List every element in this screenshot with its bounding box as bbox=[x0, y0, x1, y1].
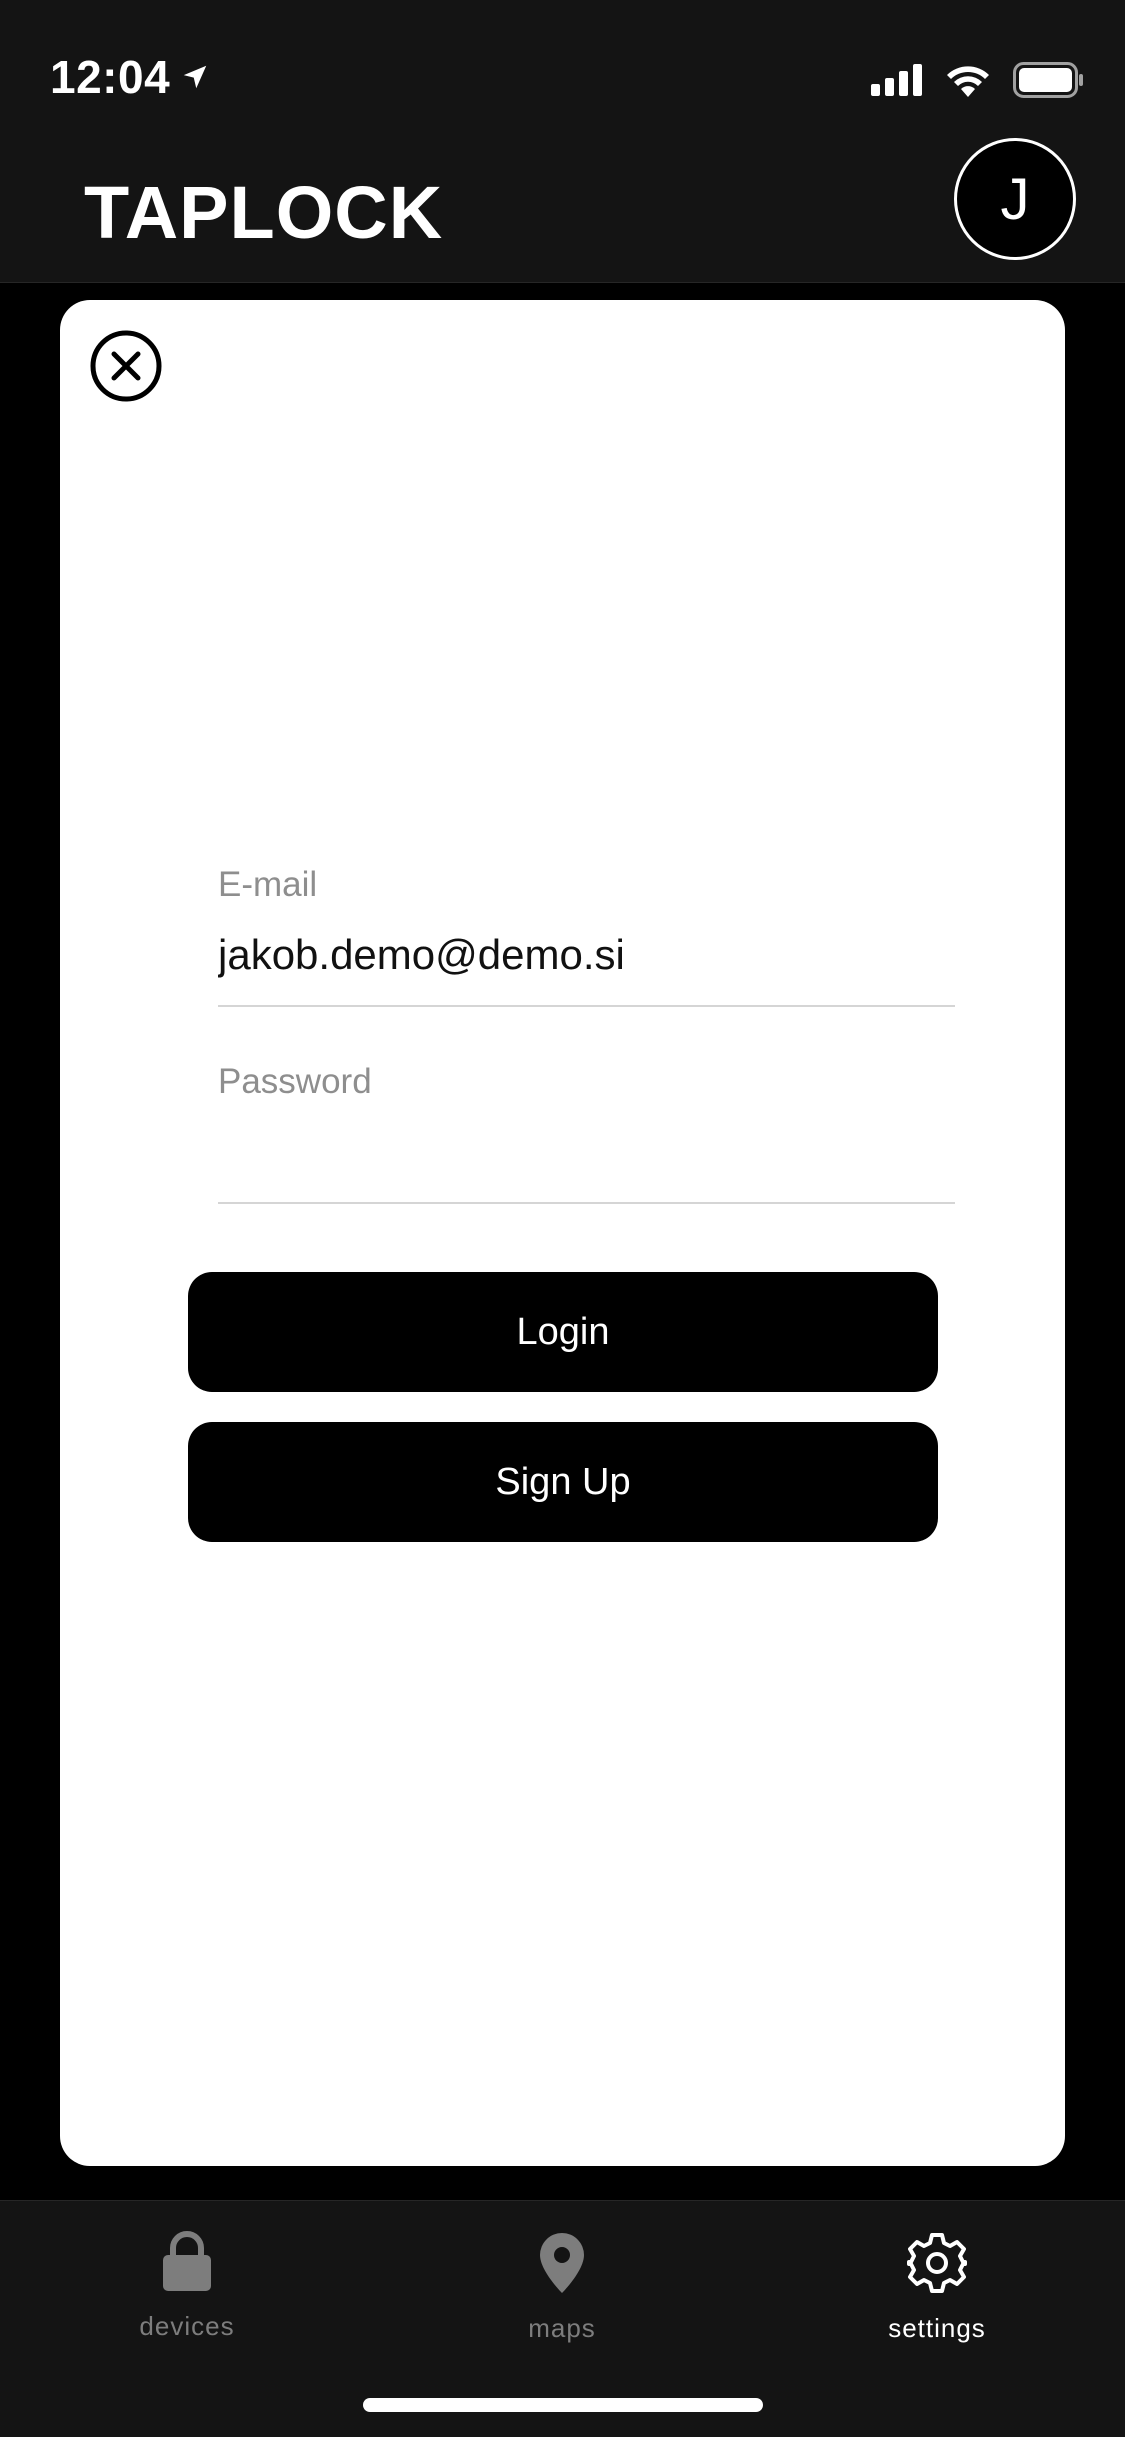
email-label: E-mail bbox=[218, 865, 318, 904]
tab-settings-label: settings bbox=[888, 2313, 986, 2343]
close-icon[interactable] bbox=[90, 330, 162, 402]
tab-settings[interactable]: settings bbox=[837, 2231, 1037, 2344]
email-field-group: E-mail bbox=[218, 865, 955, 1007]
avatar-initial: J bbox=[1000, 166, 1030, 232]
tab-maps-label: maps bbox=[528, 2313, 596, 2343]
login-modal: E-mail Password Login Sign Up bbox=[60, 300, 1065, 2166]
battery-icon bbox=[1013, 62, 1083, 98]
gear-icon bbox=[907, 2233, 967, 2293]
lock-icon bbox=[163, 2231, 211, 2291]
tab-maps[interactable]: maps bbox=[462, 2231, 662, 2344]
status-time-text: 12:04 bbox=[50, 51, 171, 103]
status-time: 12:04 bbox=[50, 50, 210, 104]
signup-button[interactable]: Sign Up bbox=[188, 1422, 938, 1542]
tab-devices[interactable]: devices bbox=[87, 2231, 287, 2342]
home-indicator[interactable] bbox=[363, 2398, 763, 2412]
cellular-signal-icon bbox=[871, 64, 922, 96]
password-field[interactable] bbox=[218, 1110, 955, 1204]
app-header: TAPLOCK J bbox=[0, 138, 1125, 283]
map-pin-icon bbox=[540, 2233, 584, 2293]
avatar[interactable]: J bbox=[954, 138, 1076, 260]
password-field-group: Password bbox=[218, 1062, 955, 1204]
email-field[interactable] bbox=[218, 913, 955, 1007]
tab-devices-label: devices bbox=[139, 2311, 235, 2341]
app-title: TAPLOCK bbox=[84, 171, 444, 254]
status-bar: 12:04 bbox=[0, 0, 1125, 160]
login-button[interactable]: Login bbox=[188, 1272, 938, 1392]
location-arrow-icon bbox=[183, 65, 207, 89]
password-label: Password bbox=[218, 1062, 372, 1101]
wifi-icon bbox=[947, 66, 989, 97]
status-icons bbox=[871, 62, 1085, 98]
